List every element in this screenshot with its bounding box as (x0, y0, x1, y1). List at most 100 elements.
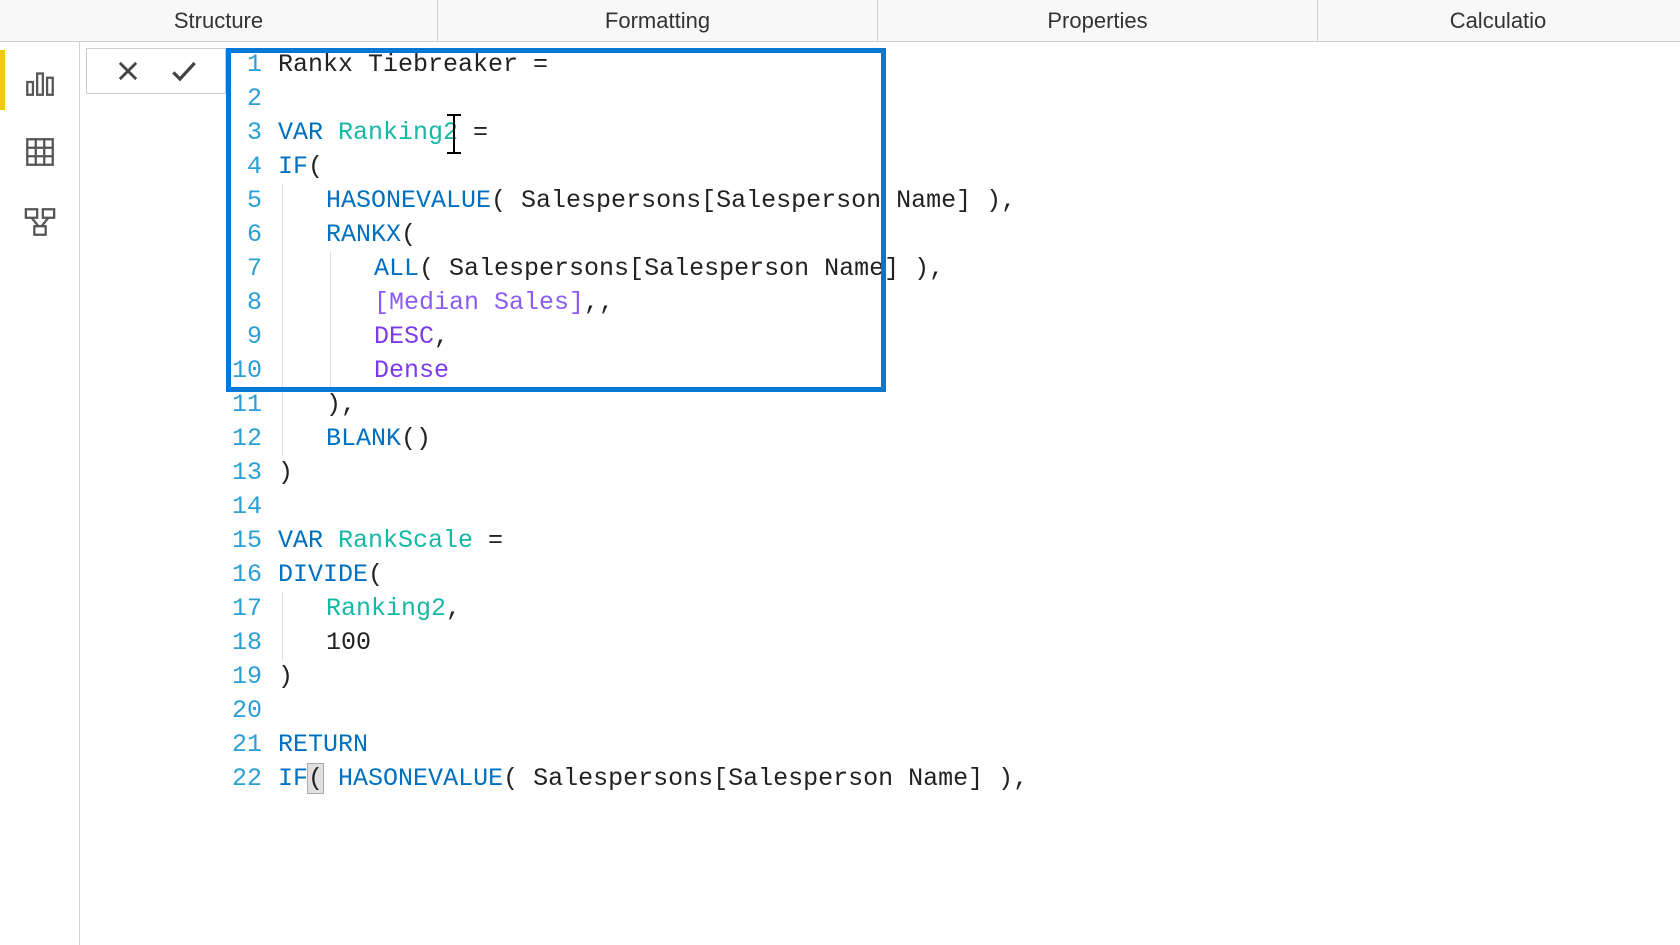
code-line[interactable]: BLANK() (278, 422, 1680, 456)
code-line[interactable]: VAR Ranking2 = (278, 116, 1680, 150)
line-number: 5 (232, 184, 262, 218)
line-number: 1 (232, 48, 262, 82)
code-token: HASONEVALUE (326, 186, 491, 215)
report-view-icon[interactable] (20, 62, 60, 102)
model-view-icon[interactable] (20, 202, 60, 242)
code-line[interactable]: IF( HASONEVALUE( Salespersons[Salesperso… (278, 762, 1680, 796)
code-token: , (434, 322, 449, 351)
code-token: , (929, 254, 944, 283)
code-token: 100 (326, 628, 371, 657)
formula-commit-buttons (86, 48, 226, 94)
code-line[interactable]: ) (278, 456, 1680, 490)
code-token: ) (278, 458, 293, 487)
code-line[interactable]: HASONEVALUE( Salespersons[Salesperson Na… (278, 184, 1680, 218)
code-token: ( (503, 764, 533, 793)
code-token: ) (998, 764, 1013, 793)
code-token: Ranking2 (338, 118, 458, 147)
code-token: VAR (278, 526, 338, 555)
code-token: RankScale (338, 526, 473, 555)
code-line[interactable]: 100 (278, 626, 1680, 660)
code-line[interactable] (278, 694, 1680, 728)
data-view-icon[interactable] (20, 132, 60, 172)
tab-calculation[interactable]: Calculatio (1318, 0, 1678, 41)
line-number: 13 (232, 456, 262, 490)
line-number: 10 (232, 354, 262, 388)
code-line[interactable]: ), (278, 388, 1680, 422)
code-area[interactable]: Rankx Tiebreaker = VAR Ranking2 = IF(HAS… (268, 48, 1680, 796)
code-token: ) (986, 186, 1001, 215)
code-line[interactable] (278, 490, 1680, 524)
code-line[interactable]: ) (278, 660, 1680, 694)
code-token: HASONEVALUE (338, 764, 503, 793)
code-line[interactable]: RANKX( (278, 218, 1680, 252)
code-token: ( (491, 186, 521, 215)
line-number: 7 (232, 252, 262, 286)
code-token: = (458, 118, 503, 147)
line-number: 16 (232, 558, 262, 592)
left-view-rail (0, 42, 80, 945)
code-token: Salespersons[Salesperson Name] (521, 186, 986, 215)
code-token: BLANK (326, 424, 401, 453)
line-number: 17 (232, 592, 262, 626)
line-number-gutter: 12345678910111213141516171819202122 (232, 48, 268, 796)
code-token: ( (308, 764, 323, 793)
line-number: 2 (232, 82, 262, 116)
code-token: ( (368, 560, 383, 589)
code-line[interactable]: RETURN (278, 728, 1680, 762)
line-number: 14 (232, 490, 262, 524)
code-token: , (446, 594, 461, 623)
code-token: IF (278, 152, 308, 181)
code-token: , (1013, 764, 1028, 793)
formula-area: 12345678910111213141516171819202122 Rank… (80, 42, 1680, 945)
code-token: DESC (374, 322, 434, 351)
line-number: 6 (232, 218, 262, 252)
code-token: ( (419, 254, 449, 283)
line-number: 12 (232, 422, 262, 456)
line-number: 22 (232, 762, 262, 796)
tab-properties[interactable]: Properties (878, 0, 1318, 41)
code-line[interactable]: VAR RankScale = (278, 524, 1680, 558)
tab-structure[interactable]: Structure (0, 0, 438, 41)
line-number: 4 (232, 150, 262, 184)
line-number: 8 (232, 286, 262, 320)
code-token: ( (401, 220, 416, 249)
code-token: RETURN (278, 730, 368, 759)
code-token: = (473, 526, 518, 555)
code-token: () (401, 424, 431, 453)
code-token (323, 764, 338, 793)
line-number: 20 (232, 694, 262, 728)
code-line[interactable] (278, 82, 1680, 116)
code-token: ) (326, 390, 341, 419)
cancel-button[interactable] (108, 53, 148, 89)
code-token: Salespersons[Salesperson Name] (449, 254, 914, 283)
line-number: 3 (232, 116, 262, 150)
formula-editor[interactable]: 12345678910111213141516171819202122 Rank… (232, 48, 1680, 796)
line-number: 18 (232, 626, 262, 660)
code-token: Ranking2 (326, 594, 446, 623)
tab-formatting[interactable]: Formatting (438, 0, 878, 41)
code-token: ALL (374, 254, 419, 283)
code-token: DIVIDE (278, 560, 368, 589)
line-number: 11 (232, 388, 262, 422)
code-token: , (1001, 186, 1016, 215)
main-area: 12345678910111213141516171819202122 Rank… (0, 42, 1680, 945)
formula-editor-container: 12345678910111213141516171819202122 Rank… (232, 48, 1680, 945)
line-number: 21 (232, 728, 262, 762)
code-token: Rankx Tiebreaker = (278, 50, 563, 79)
code-line[interactable]: Ranking2, (278, 592, 1680, 626)
code-line[interactable]: Dense (278, 354, 1680, 388)
code-line[interactable]: IF( (278, 150, 1680, 184)
code-line[interactable]: DIVIDE( (278, 558, 1680, 592)
code-token: VAR (278, 118, 338, 147)
code-line[interactable]: DESC, (278, 320, 1680, 354)
line-number: 19 (232, 660, 262, 694)
code-token: ) (914, 254, 929, 283)
commit-button[interactable] (164, 53, 204, 89)
ribbon-tabs: Structure Formatting Properties Calculat… (0, 0, 1680, 42)
code-line[interactable]: [Median Sales],, (278, 286, 1680, 320)
code-token: [Median Sales] (374, 288, 584, 317)
line-number: 15 (232, 524, 262, 558)
line-number: 9 (232, 320, 262, 354)
code-line[interactable]: ALL( Salespersons[Salesperson Name] ), (278, 252, 1680, 286)
code-line[interactable]: Rankx Tiebreaker = (278, 48, 1680, 82)
